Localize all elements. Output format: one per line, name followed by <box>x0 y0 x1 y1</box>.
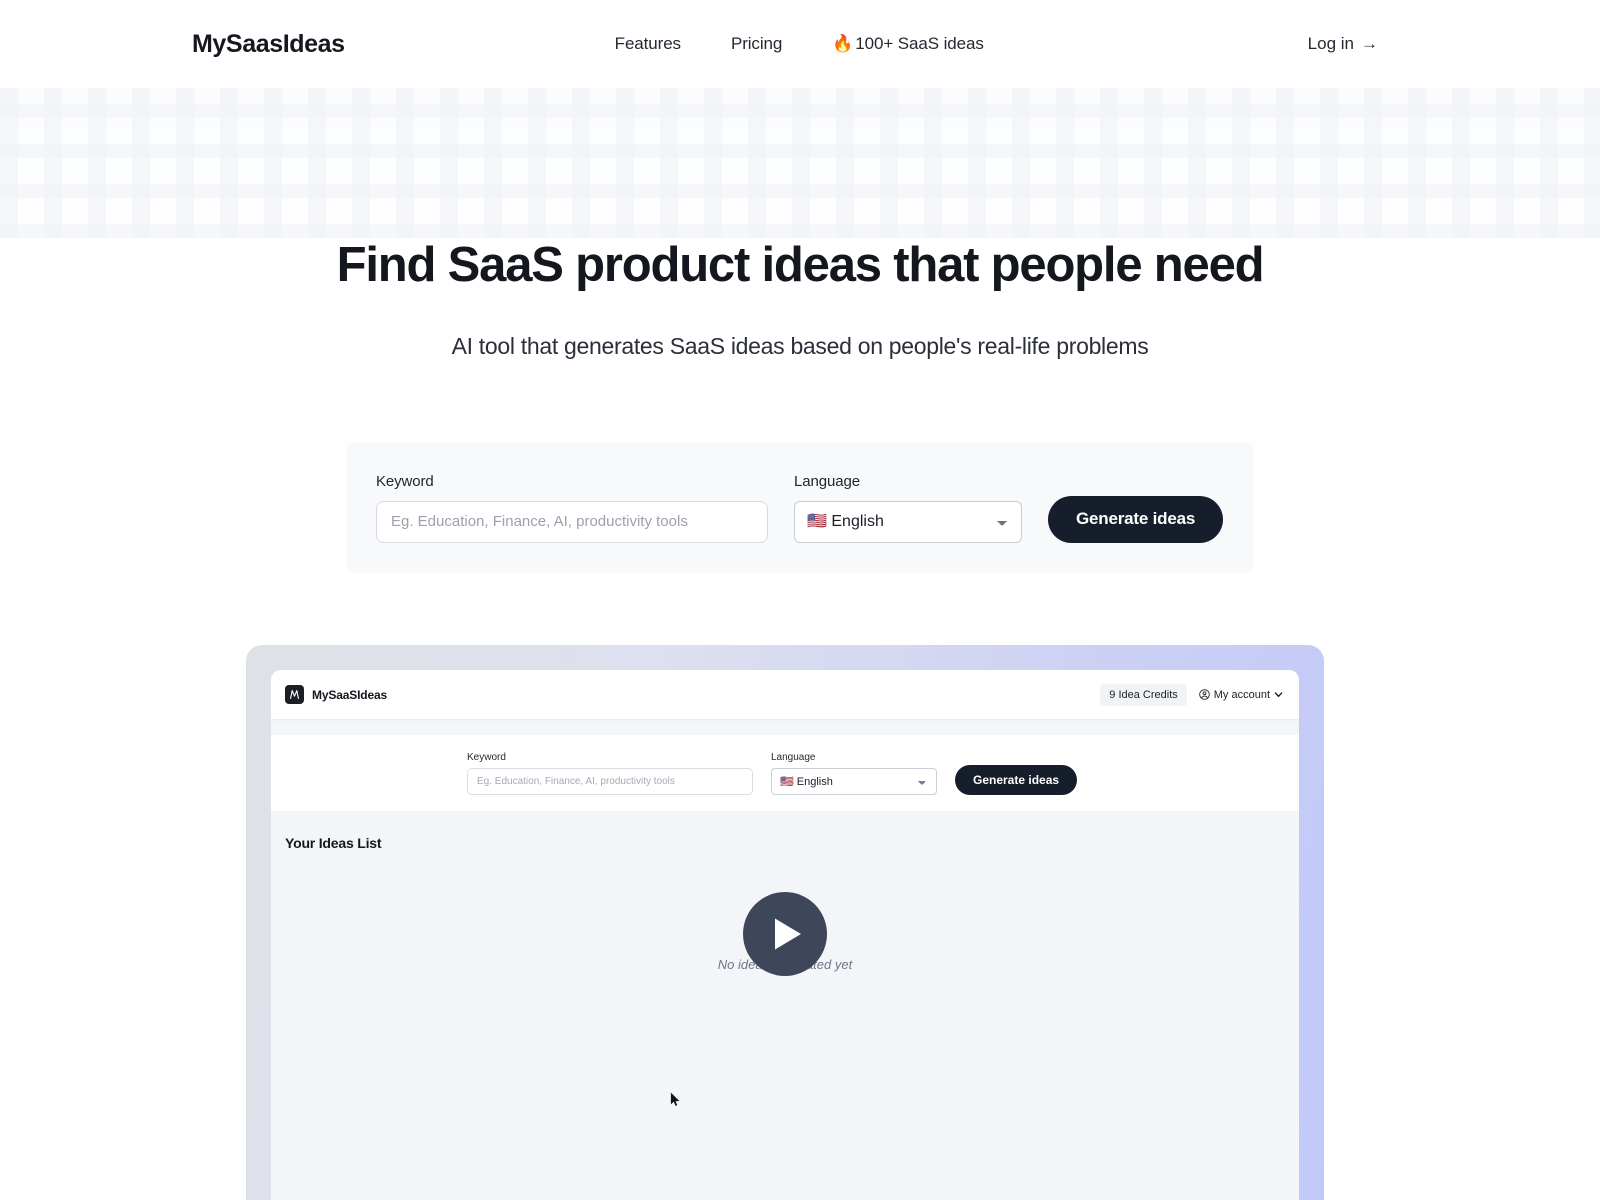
app-logo-icon <box>285 685 304 704</box>
keyword-input[interactable] <box>376 500 768 543</box>
nav-item-pricing[interactable]: Pricing <box>731 34 782 54</box>
nav-item-features[interactable]: Features <box>615 34 681 54</box>
page-subtitle: AI tool that generates SaaS ideas based … <box>451 332 1149 359</box>
mouse-cursor-icon <box>670 1092 680 1106</box>
login-label: Log in <box>1307 34 1354 53</box>
hero-section: Find SaaS product ideas that people need… <box>0 88 1600 573</box>
brand-logo[interactable]: MySaasIdeas <box>192 30 345 59</box>
mockup-generate-ideas-button[interactable]: Generate ideas <box>955 765 1078 795</box>
chevron-down-icon <box>1274 692 1283 698</box>
mockup-keyword-label: Keyword <box>467 752 506 763</box>
mockup-language-label: Language <box>771 752 816 763</box>
mockup-language-field-group: Language 🇺🇸 English <box>771 752 937 795</box>
keyword-label: Keyword <box>376 472 434 490</box>
mockup-keyword-field-group: Keyword <box>467 752 753 795</box>
generate-ideas-button[interactable]: Generate ideas <box>1048 495 1224 543</box>
user-circle-icon <box>1198 689 1210 700</box>
keyword-field-group: Keyword <box>376 473 768 543</box>
fire-icon: 🔥 <box>832 34 854 53</box>
idea-credits-badge: 9 Idea Credits <box>1100 683 1187 706</box>
site-header: MySaasIdeas Features Pricing 🔥 100+ SaaS… <box>0 0 1600 88</box>
language-label: Language <box>794 472 860 490</box>
main-navigation: Features Pricing 🔥 100+ SaaS ideas <box>615 34 984 54</box>
video-play-button[interactable] <box>743 892 827 976</box>
account-menu-label: My account <box>1213 688 1270 701</box>
app-brand-label: MySaaSIdeas <box>312 687 388 702</box>
mockup-language-select[interactable]: 🇺🇸 English <box>771 768 937 795</box>
account-menu[interactable]: My account <box>1198 688 1283 701</box>
ideas-empty-state: No ideas generated yet <box>271 851 1299 1151</box>
page-title: Find SaaS product ideas that people need <box>336 238 1265 292</box>
nav-item-saas-ideas[interactable]: 🔥 100+ SaaS ideas <box>832 34 984 54</box>
play-icon <box>774 918 801 950</box>
app-bar-actions: 9 Idea Credits My account <box>1100 683 1283 706</box>
nav-item-saas-ideas-label: 100+ SaaS ideas <box>855 34 984 53</box>
idea-generator-form: Keyword Language 🇺🇸 English Generate ide… <box>346 441 1254 573</box>
language-field-group: Language 🇺🇸 English <box>794 473 1022 543</box>
login-link[interactable]: Log in → <box>1308 34 1378 54</box>
arrow-right-icon: → <box>1361 34 1378 53</box>
ideas-list-heading: Your Ideas List <box>285 835 382 851</box>
language-select[interactable]: 🇺🇸 English <box>794 500 1022 543</box>
app-screenshot-mockup: MySaaSIdeas 9 Idea Credits My account Ke… <box>246 645 1324 1200</box>
mockup-keyword-input[interactable] <box>467 768 753 795</box>
mockup-window: MySaaSIdeas 9 Idea Credits My account Ke… <box>271 670 1299 1200</box>
mockup-idea-generator-form: Keyword Language 🇺🇸 English Generate ide… <box>271 735 1299 811</box>
app-top-bar: MySaaSIdeas 9 Idea Credits My account <box>271 670 1299 719</box>
